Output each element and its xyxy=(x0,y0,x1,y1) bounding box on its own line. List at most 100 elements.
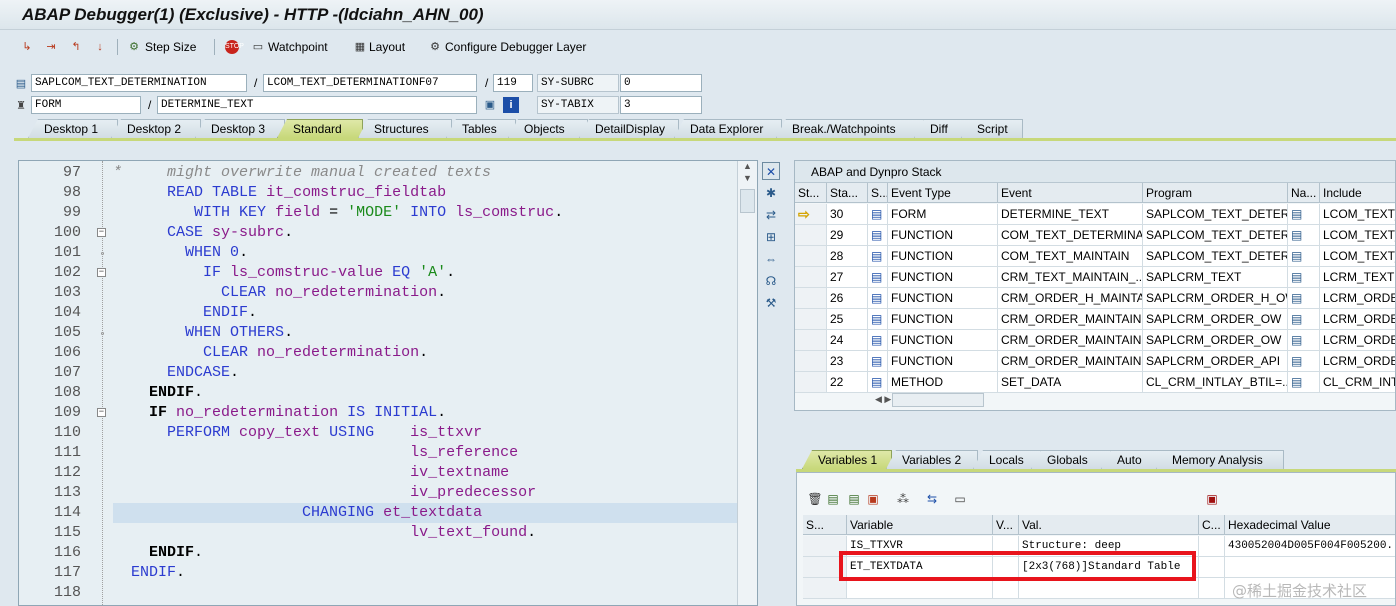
transfer-icon[interactable]: ▣ xyxy=(865,491,881,507)
stack-header-cell[interactable]: Event Type xyxy=(888,183,998,203)
delete-icon[interactable]: 🗑︎ xyxy=(807,491,823,507)
stack-cell[interactable]: ▤ xyxy=(1288,246,1320,267)
stack-cell[interactable]: 28 xyxy=(827,246,868,267)
var2-value[interactable]: 3 xyxy=(620,96,702,114)
code-line[interactable]: 115 lv_text_found. xyxy=(19,523,737,543)
layout-icon[interactable]: ▦ xyxy=(352,39,368,55)
line-number[interactable]: 106 xyxy=(19,343,81,363)
navigate-source-icon[interactable]: ▤ xyxy=(1291,249,1302,263)
code-line[interactable]: 104 ENDIF. xyxy=(19,303,737,323)
step-size-icon[interactable]: ⚙ xyxy=(126,39,142,55)
stack-cell[interactable]: 30 xyxy=(827,204,868,225)
navigate-source-icon[interactable]: ▤ xyxy=(1291,228,1302,242)
navigate-source-icon[interactable]: ▤ xyxy=(1291,207,1302,221)
tab-script[interactable]: Script xyxy=(961,119,1023,138)
stack-cell[interactable]: ▤ xyxy=(868,351,888,372)
stack-cell[interactable]: METHOD xyxy=(888,372,998,393)
code-line[interactable]: 107 ENDCASE. xyxy=(19,363,737,383)
line-number[interactable]: 103 xyxy=(19,283,81,303)
variables-header-cell[interactable]: Variable xyxy=(847,515,993,535)
stack-cell[interactable]: ▤ xyxy=(868,267,888,288)
stack-cell[interactable]: COM_TEXT_DETERMINA... xyxy=(998,225,1143,246)
line-number[interactable]: 117 xyxy=(19,563,81,583)
variable-cell[interactable] xyxy=(1199,578,1225,599)
var2-name[interactable]: SY-TABIX xyxy=(537,96,619,114)
stack-cell[interactable]: LCOM_TEXT_ xyxy=(1320,246,1395,267)
step-size-button[interactable]: Step Size xyxy=(145,40,196,54)
stack-cell[interactable]: FORM xyxy=(888,204,998,225)
block-type-field[interactable]: FORM xyxy=(31,96,141,114)
scroll-left-icon[interactable]: ◀ ▶ xyxy=(875,394,891,405)
line-number[interactable]: 97 xyxy=(19,163,81,183)
stack-cell[interactable]: CL_CRM_INTLAY_BTIL=... xyxy=(1143,372,1288,393)
code-line[interactable]: 113 iv_predecessor xyxy=(19,483,737,503)
stack-row-marker[interactable] xyxy=(795,351,827,372)
stack-row-marker[interactable] xyxy=(795,267,827,288)
stack-header-cell[interactable]: S... xyxy=(868,183,888,203)
stack-cell[interactable]: SAPLCOM_TEXT_DETER... xyxy=(1143,225,1288,246)
navigate-source-icon[interactable]: ▤ xyxy=(1291,354,1302,368)
stack-cell[interactable]: 22 xyxy=(827,372,868,393)
code-line[interactable]: 99 WITH KEY field = 'MODE' INTO ls_comst… xyxy=(19,203,737,223)
stack-header-cell[interactable]: Na... xyxy=(1288,183,1320,203)
var1-value[interactable]: 0 xyxy=(620,74,702,92)
settings-tool-icon[interactable]: ⚒ xyxy=(762,294,780,312)
code-line[interactable]: 101 WHEN 0. xyxy=(19,243,737,263)
stack-cell[interactable]: CRM_ORDER_MAINTAIN xyxy=(998,351,1143,372)
scroll-up-icon[interactable]: ▲ xyxy=(743,161,752,171)
navigate-source-icon[interactable]: ▤ xyxy=(1291,333,1302,347)
folder-icon[interactable]: ▭ xyxy=(952,491,968,507)
code-line[interactable]: 106 CLEAR no_redetermination. xyxy=(19,343,737,363)
stack-cell[interactable]: ▤ xyxy=(868,246,888,267)
tab-variables-1[interactable]: Variables 1 xyxy=(802,450,892,469)
continue-icon[interactable]: ↓ xyxy=(92,39,108,55)
tab-tables[interactable]: Tables xyxy=(446,119,516,138)
configure-layer-button[interactable]: Configure Debugger Layer xyxy=(445,40,586,54)
stack-cell[interactable]: CRM_ORDER_MAINTAIN... xyxy=(998,330,1143,351)
variable-cell[interactable] xyxy=(1199,536,1225,557)
stack-cell[interactable]: ▤ xyxy=(868,372,888,393)
navigate-icon[interactable]: ⇆ xyxy=(924,491,940,507)
watchpoint-icon[interactable]: ▭ xyxy=(250,39,266,55)
stack-cell[interactable]: LCRM_ORDER xyxy=(1320,351,1395,372)
stack-cell[interactable]: CL_CRM_INTL xyxy=(1320,372,1395,393)
services-icon[interactable]: ☊ xyxy=(762,272,780,290)
line-number[interactable]: 111 xyxy=(19,443,81,463)
tab-locals[interactable]: Locals xyxy=(973,450,1041,469)
stack-cell[interactable]: FUNCTION xyxy=(888,309,998,330)
code-line[interactable]: 97 * might overwrite manual created texts xyxy=(19,163,737,183)
stack-cell[interactable]: SAPLCRM_ORDER_API xyxy=(1143,351,1288,372)
append-row-icon[interactable]: ▤ xyxy=(846,491,862,507)
horizontal-scroll-thumb[interactable] xyxy=(892,393,984,407)
variable-name-cell[interactable] xyxy=(847,578,993,599)
stack-row-marker[interactable] xyxy=(795,309,827,330)
scroll-thumb[interactable] xyxy=(740,189,755,213)
code-line[interactable]: 112 iv_textname xyxy=(19,463,737,483)
code-line[interactable]: 109 − IF no_redetermination IS INITIAL. xyxy=(19,403,737,423)
stack-cell[interactable]: ▤ xyxy=(868,204,888,225)
stack-row-marker[interactable] xyxy=(795,288,827,309)
stack-cell[interactable]: LCOM_TEXT_ xyxy=(1320,204,1395,225)
variable-hex-cell[interactable] xyxy=(1225,557,1395,578)
code-line[interactable]: 117 ENDIF. xyxy=(19,563,737,583)
variables-header-cell[interactable]: Val. xyxy=(1019,515,1199,535)
line-number[interactable]: 108 xyxy=(19,383,81,403)
line-number[interactable]: 114 xyxy=(19,503,81,523)
stack-cell[interactable]: FUNCTION xyxy=(888,246,998,267)
hierarchy-icon[interactable]: ⁂ xyxy=(895,491,911,507)
stack-header-cell[interactable]: Event xyxy=(998,183,1143,203)
stack-cell[interactable]: LCRM_TEXTU xyxy=(1320,267,1395,288)
tab-memory-analysis[interactable]: Memory Analysis xyxy=(1156,450,1284,469)
stack-header-cell[interactable]: St... xyxy=(795,183,827,203)
stack-cell[interactable]: ▤ xyxy=(1288,351,1320,372)
stack-row-marker[interactable]: ⇨ xyxy=(795,204,827,225)
stack-cell[interactable]: ▤ xyxy=(1288,372,1320,393)
stack-row-marker[interactable] xyxy=(795,330,827,351)
stop-icon[interactable]: STOP xyxy=(225,40,244,54)
stack-cell[interactable]: 29 xyxy=(827,225,868,246)
line-number[interactable]: 113 xyxy=(19,483,81,503)
return-icon[interactable]: ↰ xyxy=(68,39,84,55)
tab-data-explorer[interactable]: Data Explorer xyxy=(674,119,782,138)
stack-cell[interactable]: FUNCTION xyxy=(888,225,998,246)
line-number[interactable]: 118 xyxy=(19,583,81,603)
